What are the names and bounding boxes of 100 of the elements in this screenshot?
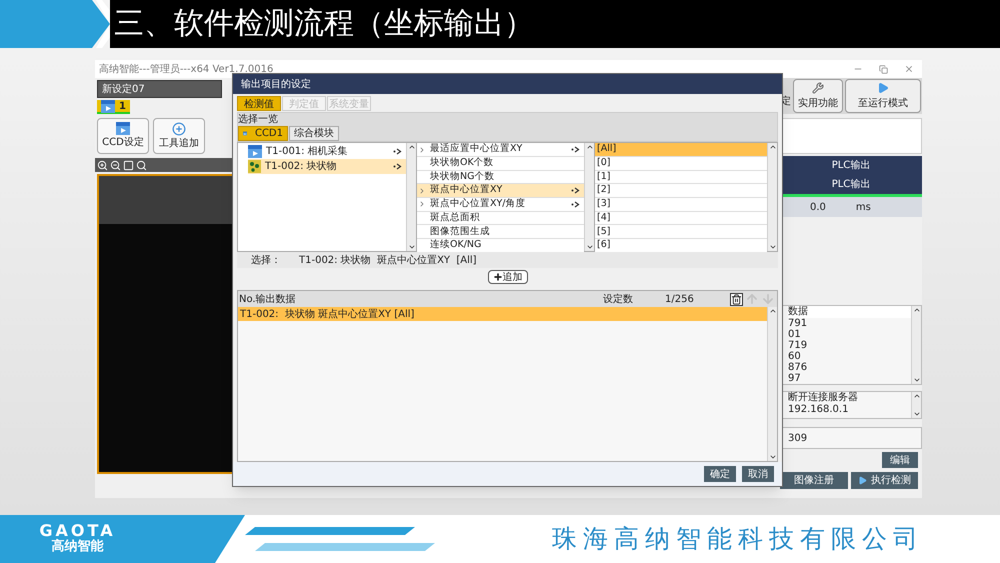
arrow-icon <box>571 187 580 194</box>
action-button[interactable]: 执行检测 <box>850 472 918 489</box>
counter: 309 <box>787 432 808 446</box>
index-item[interactable]: [6] <box>595 238 767 253</box>
setting-combo[interactable]: 新设定07 <box>97 80 222 98</box>
company-name: 珠海高纳智能科技有限公司 <box>552 523 924 556</box>
top-button[interactable]: 实用功能 <box>793 79 843 113</box>
index-item[interactable]: [All] <box>595 143 767 157</box>
tool-button[interactable]: 工具追加 <box>153 118 205 154</box>
scrollbar[interactable] <box>767 143 777 252</box>
arrow-icon <box>393 163 402 170</box>
fit-icon[interactable] <box>123 160 134 170</box>
item-label: 最适应置中心位置XY <box>430 142 524 156</box>
scroll-down-icon[interactable] <box>912 376 920 384</box>
plc-header: PLC输出 <box>832 158 870 173</box>
wrench-icon <box>812 82 824 94</box>
scrollbar[interactable] <box>584 143 594 252</box>
chevron-icon <box>0 0 110 48</box>
arrow-icon <box>393 148 402 156</box>
data-header: 数据 <box>788 306 911 318</box>
ccd-tab[interactable]: CCD1 <box>238 126 288 142</box>
edit-button[interactable]: 编辑 <box>882 452 918 468</box>
header-cell-text: 1/256 <box>665 292 695 307</box>
scroll-up-icon[interactable] <box>912 392 920 400</box>
data-row-text: 719 <box>788 340 808 351</box>
top-button[interactable]: 至运行模式 <box>845 79 921 113</box>
arrow-icon <box>571 200 580 208</box>
output-item[interactable]: 斑点总面积 <box>417 212 584 226</box>
row-text: T1-002: 块状物 斑点中心位置XY [All] <box>240 308 414 322</box>
zoom-out-icon[interactable] <box>110 160 121 170</box>
output-item[interactable]: 图像范围生成 <box>417 225 584 239</box>
selection-value: T1-002: 块状物 斑点中心位置XY [All] <box>299 254 477 268</box>
data-row-text: 01 <box>788 329 802 340</box>
action-button[interactable]: 图像注册 <box>780 472 848 489</box>
ccd-tab[interactable]: 综合模块 <box>289 126 339 142</box>
log-text: 断开连接服务器 192.168.0.1 <box>787 392 859 417</box>
output-item[interactable]: 最适应置中心位置XY <box>417 143 584 157</box>
data-row-text: 791 <box>788 318 808 329</box>
logo: GAOTA <box>39 522 116 539</box>
scroll-down-icon[interactable] <box>912 410 920 418</box>
cancel-button[interactable]: 取消 <box>742 466 774 482</box>
output-item[interactable]: 连续OK/NG <box>417 238 584 253</box>
scrollbar[interactable] <box>911 392 921 418</box>
time-unit: ms <box>856 200 871 214</box>
page-tab[interactable]: 1 <box>97 100 130 114</box>
index-item[interactable]: [5] <box>595 225 767 239</box>
data-row-text: 876 <box>788 362 808 373</box>
ok-button[interactable]: 确定 <box>704 466 736 482</box>
restore-icon[interactable] <box>879 64 888 74</box>
selection-label: 选择： <box>251 254 281 268</box>
play-icon <box>858 476 867 485</box>
camera-icon <box>101 100 115 112</box>
camera-icon <box>116 122 130 135</box>
data-row-text: 97 <box>788 373 802 384</box>
index-item[interactable]: [2] <box>595 184 767 198</box>
logo-subtitle: 高纳智能 <box>52 538 104 556</box>
slide-title: 三、软件检测流程（坐标输出） <box>114 9 534 39</box>
play-icon <box>877 82 889 94</box>
tool-label: T1-001: 相机采集 <box>266 144 349 160</box>
output-item[interactable]: 斑点中心位置XY/角度 <box>417 198 584 212</box>
delete-icon[interactable] <box>730 292 743 306</box>
window-title: 高纳智能---管理员---x64 Ver1.7.0016 <box>99 62 274 76</box>
arrow-icon <box>571 146 580 154</box>
header-cell-text: No.输出数据 <box>238 292 297 307</box>
scrollbar[interactable] <box>406 143 416 252</box>
plus-icon <box>492 272 502 282</box>
search-icon[interactable] <box>136 160 147 170</box>
output-item[interactable]: 块状物NG个数 <box>417 170 584 184</box>
data-row-text: 60 <box>788 351 802 362</box>
output-row[interactable]: T1-002: 块状物 斑点中心位置XY [All] <box>238 307 767 322</box>
scrollbar[interactable] <box>767 307 777 462</box>
item-label: 连续OK/NG <box>430 238 482 252</box>
item-label: 斑点中心位置XY/角度 <box>430 197 527 212</box>
scrollbar[interactable] <box>911 306 921 384</box>
camera-icon <box>248 145 262 158</box>
time-value: 0.0 <box>810 200 826 214</box>
dialog-title: 输出项目的设定 <box>241 78 311 92</box>
tool-button[interactable]: CCD设定 <box>97 118 149 154</box>
item-label: 斑点总面积 <box>430 210 481 225</box>
close-icon[interactable] <box>904 64 914 74</box>
zoom-in-icon[interactable] <box>97 160 108 170</box>
index-item[interactable]: [3] <box>595 198 767 212</box>
scroll-up-icon[interactable] <box>912 306 920 314</box>
item-label: 斑点中心位置XY <box>430 183 504 198</box>
index-item[interactable]: [1] <box>595 170 767 184</box>
plc-header: PLC输出 <box>832 178 870 192</box>
output-item[interactable]: 块状物OK个数 <box>417 156 584 171</box>
tool-item[interactable]: T1-002: 块状物 <box>248 159 406 174</box>
item-label: 图像范围生成 <box>430 224 491 239</box>
add-button[interactable]: 追加 <box>488 270 528 284</box>
add-icon <box>172 122 186 136</box>
page-number: 1 <box>119 100 126 114</box>
item-label: 块状物NG个数 <box>430 170 496 184</box>
tool-label: T1-002: 块状物 <box>265 160 338 174</box>
output-item[interactable]: 斑点中心位置XY <box>417 184 584 198</box>
item-label: 块状物OK个数 <box>430 156 495 170</box>
index-item[interactable]: [4] <box>595 212 767 226</box>
index-item[interactable]: [0] <box>595 156 767 171</box>
tab[interactable]: 检测值 <box>237 96 281 112</box>
section-label: 选择一览 <box>238 113 279 126</box>
